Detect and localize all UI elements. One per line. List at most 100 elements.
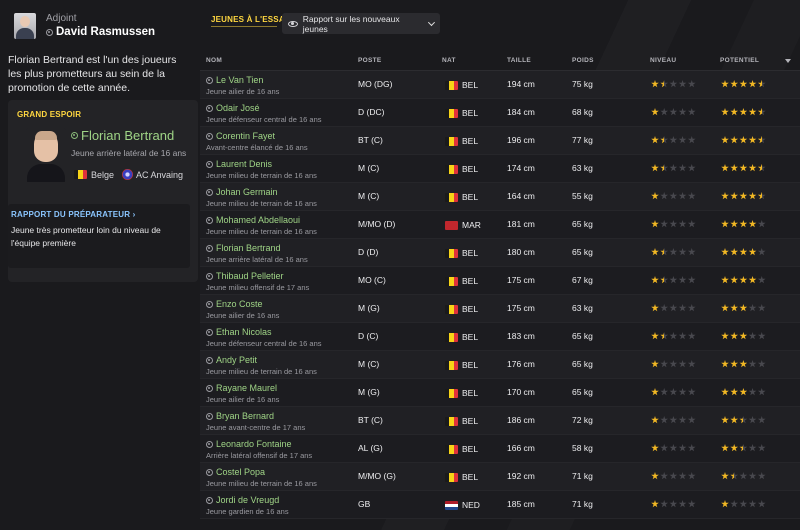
player-name[interactable]: Rayane Maurel <box>216 382 277 394</box>
tab-youth-trial[interactable]: JEUNES À L'ESSAI <box>211 15 287 24</box>
player-nationality[interactable]: MAR <box>445 220 481 230</box>
ability-star-icon <box>660 164 669 172</box>
table-body: Le Van Tien Jeune ailier de 16 ans MO (D… <box>200 71 800 519</box>
player-name[interactable]: Costel Popa <box>216 466 265 478</box>
table-row[interactable]: Thibaud Pelletier Jeune milieu offensif … <box>200 267 800 295</box>
player-name[interactable]: Andy Petit <box>216 354 257 366</box>
player-name[interactable]: Bryan Bernard <box>216 410 274 422</box>
ability-star-icon <box>678 108 687 116</box>
club-badge-icon <box>122 169 134 180</box>
column-header-nat[interactable]: NAT <box>442 57 456 64</box>
table-row[interactable]: Odair José Jeune défenseur central de 16… <box>200 99 800 127</box>
player-nationality[interactable]: BEL <box>445 304 478 314</box>
table-row[interactable]: Le Van Tien Jeune ailier de 16 ans MO (D… <box>200 71 800 99</box>
table-row[interactable]: Bryan Bernard Jeune avant-centre de 17 a… <box>200 407 800 435</box>
table-row[interactable]: Ethan Nicolas Jeune défenseur central de… <box>200 323 800 351</box>
player-name[interactable]: Leonardo Fontaine <box>216 438 292 450</box>
player-cell: Odair José Jeune défenseur central de 16… <box>206 102 322 125</box>
column-header-potential[interactable]: POTENTIEL <box>720 57 759 64</box>
player-nationality[interactable]: BEL <box>445 248 478 258</box>
nation-flag-icon <box>445 304 458 314</box>
prospect-nationality[interactable]: Belge <box>91 170 114 180</box>
table-row[interactable]: Jordi de Vreugd Jeune gardien de 16 ans … <box>200 491 800 519</box>
player-height: 170 cm <box>507 387 535 397</box>
sort-arrow-icon[interactable] <box>785 59 791 63</box>
ability-stars <box>651 500 697 508</box>
player-name[interactable]: Johan Germain <box>216 186 278 198</box>
potential-star-icon <box>748 164 757 172</box>
player-cell: Corentin Fayet Avant-centre élancé de 16… <box>206 130 308 153</box>
table-row[interactable]: Rayane Maurel Jeune ailier de 16 ans M (… <box>200 379 800 407</box>
nation-flag-icon <box>445 248 458 258</box>
player-weight: 71 kg <box>572 471 593 481</box>
player-name[interactable]: Thibaud Pelletier <box>216 270 284 282</box>
ability-star-icon <box>651 500 659 508</box>
player-nationality[interactable]: NED <box>445 500 480 510</box>
player-name[interactable]: Jordi de Vreugd <box>216 494 279 506</box>
table-row[interactable]: Laurent Denis Jeune milieu de terrain de… <box>200 155 800 183</box>
column-header-height[interactable]: TAILLE <box>507 57 531 64</box>
player-name[interactable]: Odair José <box>216 102 260 114</box>
column-header-ability[interactable]: NIVEAU <box>650 57 676 64</box>
ability-stars <box>651 276 697 284</box>
player-nationality[interactable]: BEL <box>445 276 478 286</box>
ability-star-icon <box>678 136 687 144</box>
column-header-name[interactable]: NOM <box>206 57 222 64</box>
player-name[interactable]: Laurent Denis <box>216 158 272 170</box>
player-nationality[interactable]: BEL <box>445 444 478 454</box>
prospect-name[interactable]: Florian Bertrand <box>81 128 174 143</box>
potential-star-icon <box>730 108 739 116</box>
person-icon <box>206 104 213 112</box>
player-nationality[interactable]: BEL <box>445 472 478 482</box>
person-icon <box>206 216 213 224</box>
table-row[interactable]: Florian Bertrand Jeune arrière latéral d… <box>200 239 800 267</box>
column-header-position[interactable]: POSTE <box>358 57 382 64</box>
player-nationality[interactable]: BEL <box>445 80 478 90</box>
player-description: Jeune arrière latéral de 16 ans <box>206 255 308 264</box>
potential-star-icon <box>748 248 757 256</box>
player-name[interactable]: Mohamed Abdellaoui <box>216 214 300 226</box>
potential-stars <box>721 276 767 284</box>
potential-star-icon <box>757 276 766 284</box>
ability-star-icon <box>651 108 659 116</box>
adviser-header[interactable]: Adjoint David Rasmussen <box>14 12 155 40</box>
potential-star-icon <box>739 164 748 172</box>
report-title[interactable]: RAPPORT DU PRÉPARATEUR › <box>11 210 136 219</box>
person-icon <box>71 132 78 139</box>
adviser-name[interactable]: David Rasmussen <box>56 25 155 40</box>
player-name[interactable]: Florian Bertrand <box>216 242 281 254</box>
player-nationality[interactable]: BEL <box>445 332 478 342</box>
ability-stars <box>651 304 697 312</box>
potential-star-icon <box>739 332 748 340</box>
column-header-weight[interactable]: POIDS <box>572 57 594 64</box>
table-row[interactable]: Leonardo Fontaine Arrière latéral offens… <box>200 435 800 463</box>
potential-stars <box>721 220 767 228</box>
player-nationality[interactable]: BEL <box>445 164 478 174</box>
ability-star-icon <box>669 332 678 340</box>
potential-star-icon <box>739 248 748 256</box>
player-nationality[interactable]: BEL <box>445 108 478 118</box>
chevron-down-icon <box>428 18 436 26</box>
player-nationality[interactable]: BEL <box>445 192 478 202</box>
table-row[interactable]: Mohamed Abdellaoui Jeune milieu de terra… <box>200 211 800 239</box>
person-icon <box>206 384 213 392</box>
prospect-club[interactable]: AC Anvaing <box>136 170 183 180</box>
player-name[interactable]: Enzo Coste <box>216 298 263 310</box>
person-icon <box>46 28 53 36</box>
table-row[interactable]: Costel Popa Jeune milieu de terrain de 1… <box>200 463 800 491</box>
player-nationality[interactable]: BEL <box>445 388 478 398</box>
table-row[interactable]: Corentin Fayet Avant-centre élancé de 16… <box>200 127 800 155</box>
table-row[interactable]: Andy Petit Jeune milieu de terrain de 16… <box>200 351 800 379</box>
report-dropdown[interactable]: Rapport sur les nouveaux jeunes <box>282 13 440 34</box>
potential-star-icon <box>757 332 766 340</box>
player-name[interactable]: Corentin Fayet <box>216 130 275 142</box>
table-row[interactable]: Johan Germain Jeune milieu de terrain de… <box>200 183 800 211</box>
player-name[interactable]: Ethan Nicolas <box>216 326 272 338</box>
player-nationality[interactable]: BEL <box>445 136 478 146</box>
player-nat-code: BEL <box>462 444 479 454</box>
player-nationality[interactable]: BEL <box>445 360 478 370</box>
player-nationality[interactable]: BEL <box>445 416 478 426</box>
player-name[interactable]: Le Van Tien <box>216 74 263 86</box>
potential-star-icon <box>748 388 757 396</box>
table-row[interactable]: Enzo Coste Jeune ailier de 16 ans M (G) … <box>200 295 800 323</box>
